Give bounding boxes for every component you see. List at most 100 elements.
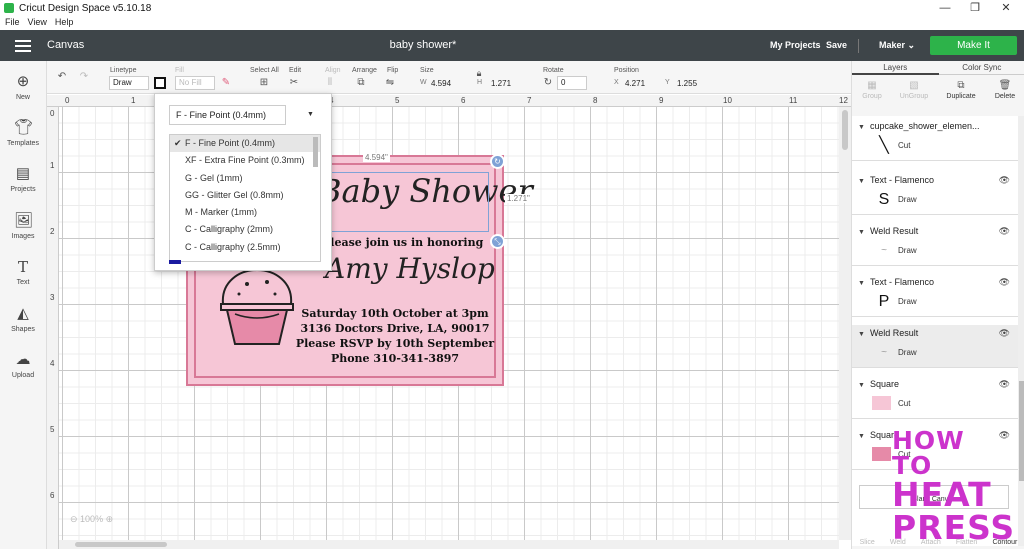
layer-group[interactable]: ▼ Weld Result 👁︎ ~ Draw — [852, 223, 1018, 266]
layer-group[interactable]: ▼ Square 👁︎ Cut — [852, 376, 1018, 419]
rotate-input[interactable]: 0 — [557, 76, 587, 90]
eye-icon[interactable]: 👁︎ — [999, 172, 1010, 188]
layer-header[interactable]: ▼ Square 👁︎ — [852, 376, 1018, 392]
rotate-handle-icon[interactable]: ↻ — [490, 154, 505, 169]
lock-icon[interactable]: 🔒︎ — [472, 67, 486, 79]
layer-header[interactable]: ▼ cupcake_shower_elemen... — [852, 118, 1018, 134]
minimize-button[interactable]: — — [930, 0, 960, 16]
layer-group[interactable]: ▼ cupcake_shower_elemen... ╲ Cut — [852, 118, 1018, 161]
layer-row[interactable]: Cut — [852, 392, 1018, 418]
sidebar-item-projects[interactable]: ▤ Projects — [0, 165, 46, 193]
menu-help[interactable]: Help — [55, 16, 74, 28]
cupcake-image[interactable] — [217, 264, 297, 346]
layer-group[interactable]: ▼ Text - Flamenco 👁︎ P Draw — [852, 274, 1018, 317]
layer-row[interactable]: S Draw — [852, 188, 1018, 214]
layer-header[interactable]: ▼ Weld Result 👁︎ — [852, 223, 1018, 239]
sidebar-item-label: Images — [11, 233, 35, 240]
layer-thumb: ~ — [881, 347, 887, 358]
card-name-text[interactable]: Amy Hyslop — [325, 252, 495, 285]
scrollbar-thumb[interactable] — [842, 110, 848, 150]
duplicate-button[interactable]: ⧉ Duplicate — [941, 80, 981, 100]
sidebar-item-templates[interactable]: 👕︎ Templates — [0, 119, 46, 147]
layer-header[interactable]: ▼ Text - Flamenco 👁︎ — [852, 172, 1018, 188]
pen-icon[interactable]: ✎ — [219, 77, 233, 89]
pen-type-select[interactable]: F - Fine Point (0.4mm) — [169, 105, 286, 125]
image-icon: 🖼︎ — [14, 212, 34, 229]
close-button[interactable]: ✕ — [991, 0, 1021, 16]
linetype-select[interactable]: Draw — [109, 76, 149, 90]
layer-header[interactable]: ▼ Text - Flamenco 👁︎ — [852, 274, 1018, 290]
align-icon[interactable]: ⫴ — [323, 77, 337, 89]
sidebar-item-text[interactable]: T Text — [0, 258, 46, 286]
eye-icon[interactable]: 👁︎ — [999, 223, 1010, 239]
pen-option-marker[interactable]: M - Marker (1mm) — [170, 204, 320, 221]
layer-row[interactable]: ~ Draw — [852, 341, 1018, 367]
slice-button[interactable]: Slice — [860, 539, 875, 546]
save-button[interactable]: Save — [826, 40, 847, 50]
pen-option-fine-point[interactable]: ✔ F - Fine Point (0.4mm) — [170, 135, 320, 153]
make-it-button[interactable]: Make It — [930, 36, 1017, 55]
layer-name: cupcake_shower_elemen... — [869, 121, 980, 131]
dropdown-scrollbar-thumb[interactable] — [313, 137, 318, 167]
card-invite-line[interactable]: Please join us in honoring — [322, 236, 483, 249]
pen-option-gel[interactable]: G - Gel (1mm) — [170, 170, 320, 187]
layer-row[interactable]: P Draw — [852, 290, 1018, 316]
tab-color-sync[interactable]: Color Sync — [938, 61, 1024, 75]
sidebar-item-upload[interactable]: ☁ Upload — [0, 351, 46, 379]
arrange-icon[interactable]: ⧉ — [354, 77, 368, 89]
layer-header[interactable]: ▼ Weld Result 👁︎ — [852, 325, 1018, 341]
watermark-line: HEAT — [892, 475, 992, 514]
position-x-input[interactable]: 4.271 — [625, 79, 645, 88]
scrollbar-thumb[interactable] — [75, 542, 167, 547]
tab-layers[interactable]: Layers — [852, 61, 939, 75]
pen-color-swatch[interactable] — [154, 77, 166, 89]
ungroup-button[interactable]: ▧ UnGroup — [894, 80, 934, 100]
select-all-icon[interactable]: ⊞ — [257, 77, 271, 89]
card-details[interactable]: Saturday 10th October at 3pm 3136 Doctor… — [295, 306, 495, 366]
delete-button[interactable]: 🗑︎ Delete — [985, 80, 1024, 100]
redo-icon[interactable]: ↷ — [77, 71, 91, 83]
layer-row[interactable]: ~ Draw — [852, 239, 1018, 265]
layers-scrollbar[interactable] — [1018, 116, 1024, 546]
machine-select[interactable]: Maker ⌄ — [879, 40, 915, 51]
sidebar-item-new[interactable]: ⊕ New — [0, 73, 46, 101]
pen-option-calligraphy-2mm[interactable]: C - Calligraphy (2mm) — [170, 221, 320, 238]
my-projects-button[interactable]: My Projects — [770, 40, 821, 50]
pen-option-calligraphy-2-5mm[interactable]: C - Calligraphy (2.5mm) — [170, 239, 320, 256]
scissors-icon[interactable]: ✂ — [287, 77, 301, 89]
ruler-mark: 11 — [789, 96, 798, 105]
sidebar-item-shapes[interactable]: ◭ Shapes — [0, 305, 46, 333]
menu-file[interactable]: File — [5, 16, 20, 28]
canvas-horizontal-scrollbar[interactable] — [59, 540, 839, 549]
pen-option-glitter-gel[interactable]: GG - Glitter Gel (0.8mm) — [170, 187, 320, 204]
scrollbar-thumb[interactable] — [1019, 381, 1024, 481]
undo-icon[interactable]: ↶ — [55, 71, 69, 83]
width-input[interactable]: 4.594 — [431, 79, 451, 88]
layer-row[interactable]: ╲ Cut — [852, 134, 1018, 160]
fill-select[interactable]: No Fill — [175, 76, 215, 90]
menu-view[interactable]: View — [28, 16, 47, 28]
resize-handle-icon[interactable]: ⤡ — [490, 234, 505, 249]
layer-group[interactable]: ▼ Text - Flamenco 👁︎ S Draw — [852, 172, 1018, 215]
height-input[interactable]: 1.271 — [491, 79, 511, 88]
trash-icon: 🗑︎ — [998, 80, 1012, 91]
eye-icon[interactable]: 👁︎ — [999, 325, 1010, 341]
edit-toolbar: ↶ ↷ Linetype Draw Fill No Fill ✎ Select … — [47, 61, 851, 94]
eye-icon[interactable]: 👁︎ — [999, 376, 1010, 392]
flip-icon[interactable]: ⇋ — [383, 77, 397, 89]
size-label: Size — [420, 67, 434, 74]
zoom-control[interactable]: ⊖ 100% ⊕ — [70, 514, 113, 525]
selection-bounding-box[interactable] — [313, 172, 489, 232]
pen-option-extra-fine[interactable]: XF - Extra Fine Point (0.3mm) — [170, 152, 320, 169]
ruler-mark: 6 — [50, 491, 55, 500]
group-button[interactable]: ▦ Group — [852, 80, 892, 100]
ruler-mark: 9 — [659, 96, 664, 105]
chevron-down-icon[interactable]: ▼ — [307, 111, 314, 118]
sidebar-item-images[interactable]: 🖼︎ Images — [0, 212, 46, 240]
canvas-vertical-scrollbar[interactable] — [839, 107, 851, 540]
align-label: Align — [325, 67, 341, 74]
maximize-button[interactable]: ❐ — [960, 0, 990, 16]
position-y-input[interactable]: 1.255 — [677, 79, 697, 88]
eye-icon[interactable]: 👁︎ — [999, 274, 1010, 290]
layer-group-selected[interactable]: ▼ Weld Result 👁︎ ~ Draw — [852, 325, 1018, 368]
